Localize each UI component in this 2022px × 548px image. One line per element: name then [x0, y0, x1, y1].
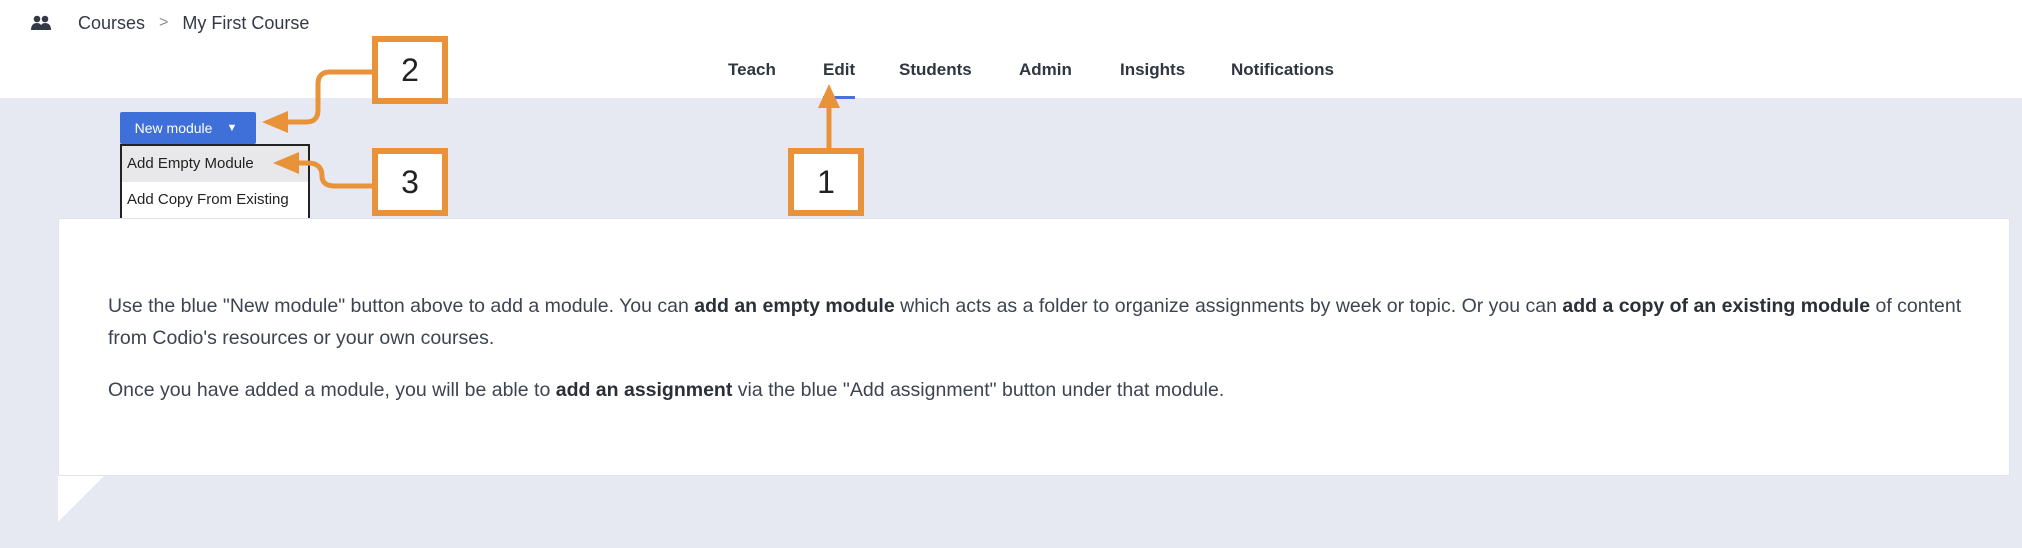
callout-2-arrowhead — [262, 111, 288, 133]
callout-3-arrowhead — [273, 152, 299, 174]
callout-1: 1 — [788, 148, 864, 216]
callout-3-arrow — [295, 160, 375, 189]
callout-1-arrowhead — [818, 84, 840, 108]
callout-2-arrow — [281, 69, 375, 125]
callout-arrows — [262, 69, 840, 189]
callout-2: 2 — [372, 36, 448, 104]
callout-3: 3 — [372, 148, 448, 216]
